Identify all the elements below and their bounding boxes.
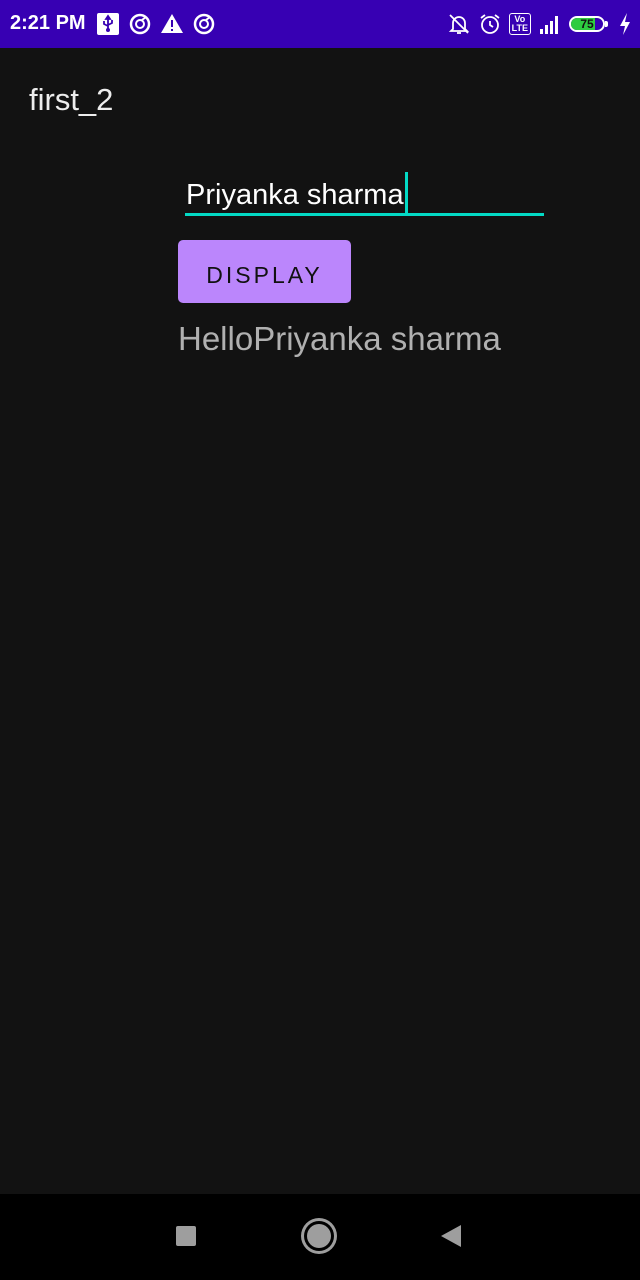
signal-icon bbox=[538, 12, 562, 36]
sync-circle-icon bbox=[128, 12, 152, 36]
home-button[interactable] bbox=[299, 1216, 339, 1256]
usb-icon bbox=[96, 12, 120, 36]
status-left-icons bbox=[96, 12, 216, 36]
app-title: first_2 bbox=[29, 82, 114, 117]
text-cursor bbox=[404, 172, 408, 214]
notifications-off-icon bbox=[447, 12, 471, 36]
warning-icon bbox=[160, 12, 184, 36]
input-underline bbox=[185, 213, 544, 216]
battery-icon: 75 bbox=[569, 14, 611, 34]
status-time: 2:21 PM bbox=[10, 12, 86, 34]
display-button[interactable]: DISPLAY bbox=[178, 240, 351, 303]
status-right-icons: Vo LTE 75 bbox=[447, 12, 632, 36]
home-icon bbox=[307, 1224, 331, 1248]
navigation-bar bbox=[0, 1194, 640, 1280]
back-button[interactable] bbox=[431, 1216, 471, 1256]
back-icon bbox=[441, 1225, 461, 1247]
greeting-output: HelloPriyanka sharma bbox=[178, 320, 501, 357]
battery-level: 75 bbox=[580, 17, 594, 31]
name-input-text: Priyanka sharma bbox=[186, 172, 408, 214]
recent-apps-button[interactable] bbox=[166, 1216, 206, 1256]
charging-icon bbox=[618, 12, 632, 36]
sync-circle-icon bbox=[192, 12, 216, 36]
alarm-icon bbox=[478, 12, 502, 36]
name-input-field[interactable]: Priyanka sharma bbox=[185, 164, 544, 217]
recent-apps-icon bbox=[176, 1226, 196, 1246]
volte-icon: Vo LTE bbox=[508, 13, 531, 35]
status-bar: 2:21 PM Vo LTE 75 bbox=[0, 0, 640, 48]
